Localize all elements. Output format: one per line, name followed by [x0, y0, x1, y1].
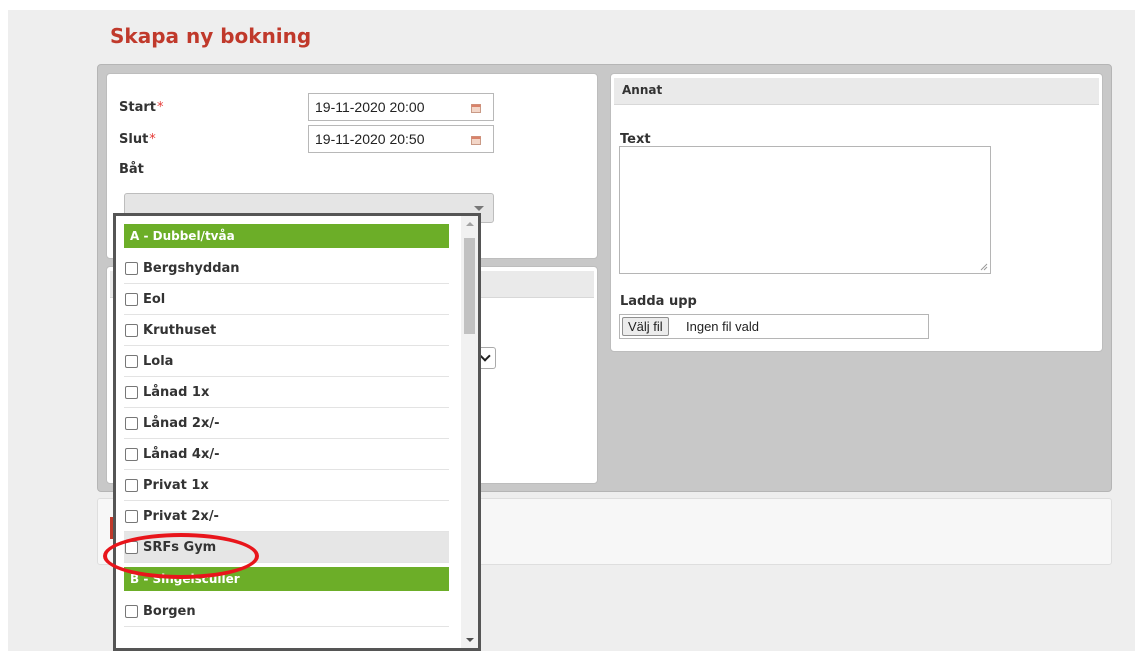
option-bergshyddan[interactable]: Bergshyddan [124, 253, 449, 284]
file-upload-field: Välj fil Ingen fil vald [619, 314, 929, 339]
option-label: SRFs Gym [143, 539, 217, 555]
start-label-text: Start [119, 100, 156, 115]
option-label: Lånad 1x [143, 384, 210, 400]
choose-file-button[interactable]: Välj fil [622, 317, 669, 336]
option-privat-1x[interactable]: Privat 1x [124, 470, 449, 501]
file-status-text: Ingen fil vald [686, 319, 759, 334]
option-srfs-gym[interactable]: SRFs Gym [124, 532, 449, 563]
slut-label-text: Slut [119, 132, 149, 147]
dropdown-arrow-icon [474, 206, 484, 211]
option-label: Lånad 2x/- [143, 415, 220, 431]
calendar-icon[interactable] [471, 103, 481, 113]
checkbox[interactable] [125, 292, 138, 306]
dropdown-options: A - Dubbel/tvåa Bergshyddan Eol Kruthuse… [124, 224, 449, 627]
checkbox[interactable] [125, 385, 138, 399]
start-label: Start* [119, 100, 163, 115]
checkbox[interactable] [125, 416, 138, 430]
option-borgen[interactable]: Borgen [124, 596, 449, 627]
group-header-a: A - Dubbel/tvåa [124, 224, 449, 248]
option-label: Bergshyddan [143, 260, 240, 276]
calendar-icon[interactable] [471, 135, 481, 145]
slut-datetime-input[interactable]: 19-11-2020 20:50 [308, 125, 494, 153]
required-marker: * [149, 132, 156, 147]
checkbox[interactable] [125, 540, 138, 554]
text-label: Text [620, 132, 651, 147]
group-header-b: B - Singelsculler [124, 567, 449, 591]
option-label: Eol [143, 291, 166, 307]
checkbox[interactable] [125, 509, 138, 523]
upload-label: Ladda upp [620, 294, 697, 309]
chevron-down-icon [479, 350, 491, 362]
option-label: Borgen [143, 603, 196, 619]
scroll-thumb[interactable] [464, 238, 475, 334]
option-lanad-2x[interactable]: Lånad 2x/- [124, 408, 449, 439]
option-eol[interactable]: Eol [124, 284, 449, 315]
option-label: Kruthuset [143, 322, 217, 338]
scroll-up-icon[interactable] [466, 222, 474, 226]
checkbox[interactable] [125, 261, 138, 275]
checkbox[interactable] [125, 478, 138, 492]
checkbox[interactable] [125, 447, 138, 461]
slut-datetime-value: 19-11-2020 20:50 [315, 131, 425, 147]
checkbox[interactable] [125, 604, 138, 618]
option-privat-2x[interactable]: Privat 2x/- [124, 501, 449, 532]
option-lola[interactable]: Lola [124, 346, 449, 377]
option-kruthuset[interactable]: Kruthuset [124, 315, 449, 346]
dropdown-scrollbar[interactable] [461, 216, 478, 648]
bat-label: Båt [119, 162, 144, 177]
option-label: Lola [143, 353, 174, 369]
start-datetime-value: 19-11-2020 20:00 [315, 99, 425, 115]
resize-grip-icon[interactable] [980, 263, 988, 271]
slut-label: Slut* [119, 132, 156, 147]
boat-dropdown-list[interactable]: A - Dubbel/tvåa Bergshyddan Eol Kruthuse… [113, 213, 481, 651]
option-label: Privat 1x [143, 477, 209, 493]
option-label: Privat 2x/- [143, 508, 219, 524]
annat-panel-header: Annat [614, 78, 1099, 105]
text-area[interactable] [619, 146, 991, 274]
page-title: Skapa ny bokning [110, 24, 312, 48]
start-datetime-input[interactable]: 19-11-2020 20:00 [308, 93, 494, 121]
checkbox[interactable] [125, 354, 138, 368]
option-label: Lånad 4x/- [143, 446, 220, 462]
scroll-down-icon[interactable] [466, 638, 474, 642]
required-marker: * [156, 100, 164, 115]
checkbox[interactable] [125, 323, 138, 337]
option-lanad-4x[interactable]: Lånad 4x/- [124, 439, 449, 470]
option-lanad-1x[interactable]: Lånad 1x [124, 377, 449, 408]
